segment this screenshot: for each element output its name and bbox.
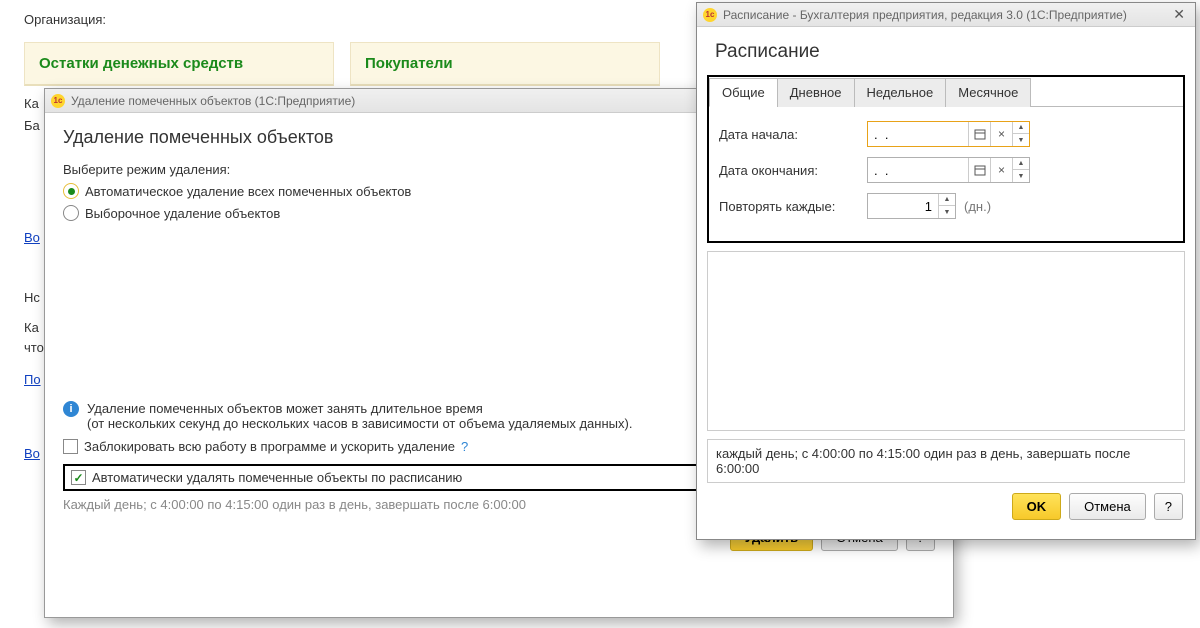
stepper-down-icon[interactable]: ▼ <box>939 206 955 218</box>
help-button[interactable]: ? <box>1154 493 1183 520</box>
stepper-down-icon[interactable]: ▼ <box>1013 134 1029 146</box>
ok-button[interactable]: OK <box>1012 493 1062 520</box>
date-start-input[interactable] <box>868 122 968 146</box>
radio-icon <box>63 183 79 199</box>
tab-daily[interactable]: Дневное <box>777 78 855 107</box>
bg-panel-cash-title[interactable]: Остатки денежных средств <box>39 55 319 72</box>
stepper-up-icon[interactable]: ▲ <box>939 194 955 206</box>
calendar-icon[interactable] <box>968 122 990 146</box>
org-label: Организация: <box>24 12 106 27</box>
radio-icon <box>63 205 79 221</box>
stepper[interactable]: ▲ ▼ <box>1012 122 1029 146</box>
dialog-title: Удаление помеченных объектов (1С:Предпри… <box>71 94 355 108</box>
bg-panel-customers-title[interactable]: Покупатели <box>365 55 645 72</box>
dialog-titlebar: 1c Расписание - Бухгалтерия предприятия,… <box>697 3 1195 27</box>
tab-monthly[interactable]: Месячное <box>945 78 1031 107</box>
bg-panel-cash: Остатки денежных средств <box>24 42 334 86</box>
schedule-summary: Каждый день; с 4:00:00 по 4:15:00 один р… <box>63 497 543 512</box>
dialog-heading: Расписание <box>715 41 1177 63</box>
stepper-down-icon[interactable]: ▼ <box>1013 170 1029 182</box>
date-start-label: Дата начала: <box>719 127 859 142</box>
checkbox-auto-schedule[interactable]: ✓ Автоматически удалять помеченные объек… <box>71 470 462 485</box>
bg-link[interactable]: Во <box>24 446 40 461</box>
bg-link[interactable]: Во <box>24 230 40 245</box>
tab-weekly[interactable]: Недельное <box>854 78 947 107</box>
clear-icon[interactable]: × <box>990 122 1012 146</box>
bg-text: Ба <box>24 118 40 133</box>
repeat-unit: (дн.) <box>964 199 991 214</box>
schedule-dialog: 1c Расписание - Бухгалтерия предприятия,… <box>696 2 1196 540</box>
highlighted-schedule-form: Общие Дневное Недельное Месячное Дата на… <box>707 75 1185 243</box>
repeat-input-group: ▲ ▼ <box>867 193 956 219</box>
blank-panel <box>707 251 1185 431</box>
repeat-every-label: Повторять каждые: <box>719 199 859 214</box>
bg-text: Нс <box>24 290 40 305</box>
stepper-up-icon[interactable]: ▲ <box>1013 158 1029 170</box>
radio-label: Автоматическое удаление всех помеченных … <box>85 184 411 199</box>
date-end-label: Дата окончания: <box>719 163 859 178</box>
checkbox-icon: ✓ <box>71 470 86 485</box>
bg-link[interactable]: По <box>24 372 41 387</box>
radio-label: Выборочное удаление объектов <box>85 206 280 221</box>
date-end-input-group: × ▲ ▼ <box>867 157 1030 183</box>
info-icon: i <box>63 401 79 417</box>
checkbox-label: Автоматически удалять помеченные объекты… <box>92 470 462 485</box>
bg-text: что <box>24 340 44 355</box>
date-start-input-group: × ▲ ▼ <box>867 121 1030 147</box>
bg-text: Ка <box>24 96 39 111</box>
stepper[interactable]: ▲ ▼ <box>938 194 955 218</box>
stepper[interactable]: ▲ ▼ <box>1012 158 1029 182</box>
calendar-icon[interactable] <box>968 158 990 182</box>
checkbox-label: Заблокировать всю работу в программе и у… <box>84 439 455 454</box>
checkbox-icon <box>63 439 78 454</box>
close-icon[interactable]: ✕ <box>1169 6 1189 23</box>
stepper-up-icon[interactable]: ▲ <box>1013 122 1029 134</box>
bg-text: Ка <box>24 320 39 335</box>
schedule-summary: каждый день; с 4:00:00 по 4:15:00 один р… <box>707 439 1185 483</box>
repeat-input[interactable] <box>868 194 938 218</box>
dialog-title: Расписание - Бухгалтерия предприятия, ре… <box>723 8 1127 22</box>
tab-general[interactable]: Общие <box>709 78 778 107</box>
app-icon: 1c <box>51 94 65 108</box>
info-text: Удаление помеченных объектов может занят… <box>87 401 632 431</box>
tabs: Общие Дневное Недельное Месячное <box>709 77 1183 107</box>
cancel-button[interactable]: Отмена <box>1069 493 1146 520</box>
date-end-input[interactable] <box>868 158 968 182</box>
bg-panel-customers: Покупатели <box>350 42 660 86</box>
clear-icon[interactable]: × <box>990 158 1012 182</box>
app-icon: 1c <box>703 8 717 22</box>
help-icon[interactable]: ? <box>461 439 468 454</box>
